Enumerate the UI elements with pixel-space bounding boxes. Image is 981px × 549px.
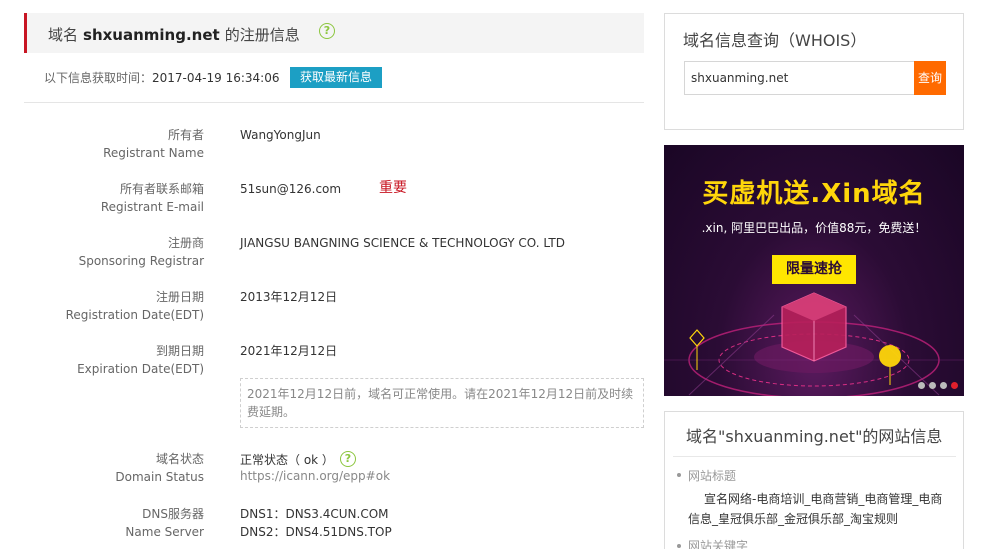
status-link[interactable]: https://icann.org/epp#ok xyxy=(240,469,390,483)
registration-date-label: 注册日期 Registration Date(EDT) xyxy=(65,290,204,322)
ad-banner[interactable]: 买虚机送.Xin域名 .xin, 阿里巴巴出品，价值88元，免费送！ 限量速抢 xyxy=(664,145,964,396)
registrant-email-label: 所有者联系邮箱 Registrant E-mail xyxy=(100,182,204,214)
site-title-value: 宣名网络-电商培训_电商营销_电商管理_电商信息_皇冠俱乐部_金冠俱乐部_淘宝规… xyxy=(688,492,943,526)
refresh-info-button[interactable]: 获取最新信息 xyxy=(290,67,382,88)
whois-search-input[interactable] xyxy=(684,61,914,95)
title-prefix: 域名 xyxy=(48,26,79,44)
registrant-name-label: 所有者 Registrant Name xyxy=(103,128,204,160)
registration-date-value: 2013年12月12日 xyxy=(240,290,338,304)
help-icon[interactable]: ? xyxy=(319,23,335,39)
site-info-title: 域名"shxuanming.net"的网站信息 xyxy=(686,427,943,446)
ad-headline: 买虚机送.Xin域名 xyxy=(702,179,926,209)
registrar-label: 注册商 Sponsoring Registrar xyxy=(78,236,204,268)
fetch-time-row: 以下信息获取时间：2017-04-19 16:34:06 获取最新信息 xyxy=(44,67,382,89)
carousel-dot[interactable] xyxy=(929,382,936,389)
name-server-label: DNS服务器 Name Server xyxy=(125,507,204,539)
title-suffix: 的注册信息 xyxy=(224,26,300,44)
page-title-bar: 域名 shxuanming.net 的注册信息 ? xyxy=(24,13,644,53)
divider xyxy=(24,102,644,103)
name-server-item: DNS2：DNS4.51DNS.TOP xyxy=(240,525,392,539)
carousel-dot[interactable] xyxy=(918,382,925,389)
whois-title: 域名信息查询（WHOIS） xyxy=(683,31,867,50)
registrant-email-value: 51sun@126.com xyxy=(240,182,342,196)
site-info-divider xyxy=(673,456,956,457)
whois-search-button[interactable]: 查询 xyxy=(914,61,946,95)
name-server-item: DNS1：DNS3.4CUN.COM xyxy=(240,507,389,521)
ad-carousel-dots xyxy=(914,378,958,392)
site-info-box: 域名"shxuanming.net"的网站信息 网站标题 宣名网络-电商培训_电… xyxy=(664,411,964,549)
domain-status-label: 域名状态 Domain Status xyxy=(115,452,204,484)
fetch-time-value: 2017-04-19 16:34:06 xyxy=(152,71,280,85)
expiration-date-value: 2021年12月12日 xyxy=(240,344,338,358)
fetch-time-label: 以下信息获取时间： xyxy=(44,71,153,85)
site-keywords-label: 网站关键字 xyxy=(688,539,749,549)
domain-status-value: 正常状态（ ok ） xyxy=(240,453,334,467)
bullet-icon xyxy=(677,473,681,477)
registrant-name-value: WangYongJun xyxy=(240,128,321,142)
title-domain: shxuanming.net xyxy=(83,26,220,44)
whois-search-box: 域名信息查询（WHOIS） 查询 xyxy=(664,13,964,130)
carousel-dot-active[interactable] xyxy=(951,382,958,389)
carousel-dot[interactable] xyxy=(940,382,947,389)
expiration-date-label: 到期日期 Expiration Date(EDT) xyxy=(77,344,204,376)
site-title-label: 网站标题 xyxy=(688,469,737,483)
registrar-value: JIANGSU BANGNING SCIENCE & TECHNOLOGY CO… xyxy=(240,236,565,250)
bullet-icon xyxy=(677,544,681,548)
name-server-list: DNS1：DNS3.4CUN.COM DNS2：DNS4.51DNS.TOP xyxy=(240,505,392,541)
ad-cta-button[interactable]: 限量速抢 xyxy=(772,255,856,284)
expiry-notice: 2021年12月12日前，域名可正常使用。请在2021年12月12日前及时续费延… xyxy=(240,378,644,428)
important-note: 重要 xyxy=(379,180,407,196)
page-title: 域名 shxuanming.net 的注册信息 xyxy=(48,24,300,45)
status-help-icon[interactable]: ? xyxy=(340,451,356,467)
ad-subtitle: .xin, 阿里巴巴出品，价值88元，免费送！ xyxy=(701,221,927,235)
